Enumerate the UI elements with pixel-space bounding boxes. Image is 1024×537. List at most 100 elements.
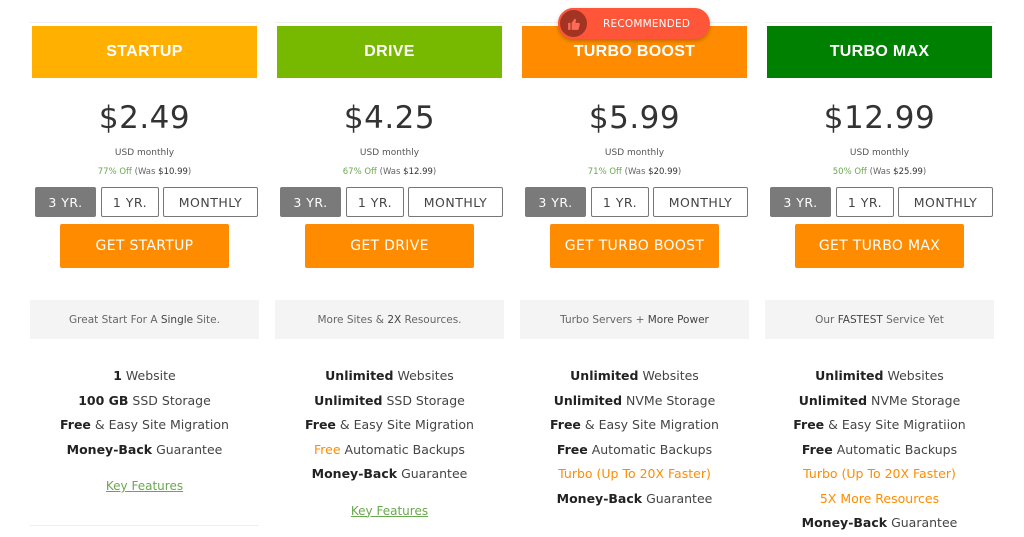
term-selector: 3 YR. 1 YR. MONTHLY	[280, 187, 503, 217]
feature-item: 5X More Resources	[765, 489, 994, 514]
term-selector: 3 YR. 1 YR. MONTHLY	[525, 187, 748, 217]
recommended-badge: RECOMMENDED	[558, 8, 710, 39]
feature-item: Turbo (Up To 20X Faster)	[765, 464, 994, 489]
feature-text: SSD Storage	[128, 392, 211, 408]
plan-name: TURBO MAX	[767, 26, 992, 78]
get-turbo-boost-button[interactable]: GET TURBO BOOST	[550, 224, 719, 268]
term-monthly-button[interactable]: MONTHLY	[653, 187, 748, 217]
tagline-text: Site.	[193, 313, 220, 326]
feature-text: & Easy Site Migratiion	[824, 417, 966, 432]
feature-text: Websites	[393, 368, 454, 383]
feature-item: Free & Easy Site Migration	[520, 415, 749, 440]
feature-text: Automatic Backups	[340, 441, 465, 457]
feature-item: Turbo (Up To 20X Faster)	[520, 464, 749, 489]
was-label: (Was	[379, 167, 401, 177]
feature-text: Guarantee	[887, 515, 958, 530]
feature-item: 1 Website	[30, 366, 259, 391]
term-1yr-button[interactable]: 1 YR.	[346, 187, 404, 217]
feature-list: Unlimited Websites Unlimited NVMe Storage…	[520, 366, 749, 513]
plan-name: DRIVE	[277, 26, 502, 78]
price-period: USD monthly	[114, 148, 175, 158]
feature-list: Unlimited Websites Unlimited SSD Storage F…	[275, 366, 504, 521]
tagline-emphasis: FASTEST	[837, 313, 883, 326]
feature-highlight: Money-Back	[556, 490, 643, 506]
feature-item: Free & Easy Site Migratiion	[765, 415, 994, 440]
discount-info: 67% Off (Was $12.99)	[275, 167, 504, 177]
feature-item: Money-Back Guarantee	[275, 464, 504, 489]
term-3yr-button[interactable]: 3 YR.	[770, 187, 831, 217]
plan-price: $12.99	[823, 100, 936, 136]
feature-text: NVMe Storage	[622, 392, 716, 408]
term-monthly-button[interactable]: MONTHLY	[898, 187, 993, 217]
feature-highlight: 100 GB	[78, 392, 129, 408]
feature-text: NVMe Storage	[867, 392, 961, 408]
discount-info: 71% Off (Was $20.99)	[520, 167, 749, 177]
term-3yr-button[interactable]: 3 YR.	[280, 187, 341, 217]
feature-item: Free Automatic Backups	[765, 440, 994, 465]
term-1yr-button[interactable]: 1 YR.	[836, 187, 894, 217]
term-monthly-button[interactable]: MONTHLY	[163, 187, 258, 217]
feature-highlight: Unlimited	[570, 368, 639, 383]
feature-item: Unlimited Websites	[765, 366, 994, 391]
feature-item: Money-Back Guarantee	[520, 489, 749, 514]
divider	[30, 22, 259, 23]
was-suffix: )	[432, 167, 437, 177]
price-period: USD monthly	[604, 148, 665, 158]
plan-tagline: More Sites & 2X Resources.	[275, 300, 504, 339]
feature-highlight: Free	[550, 417, 581, 432]
feature-item: 100 GB SSD Storage	[30, 391, 259, 416]
tagline-emphasis: 2X	[387, 313, 402, 326]
tagline-text: Turbo Servers +	[560, 313, 648, 326]
feature-item: Free & Easy Site Migration	[275, 415, 504, 440]
feature-highlight: Free	[793, 417, 825, 432]
discount-percent: 77% Off	[97, 167, 132, 177]
plan-price: $4.25	[343, 100, 436, 136]
plan-card-drive: DRIVE $4.25 USD monthly 67% Off (Was $12…	[275, 22, 504, 537]
term-selector: 3 YR. 1 YR. MONTHLY	[770, 187, 993, 217]
term-1yr-button[interactable]: 1 YR.	[591, 187, 649, 217]
get-startup-button[interactable]: GET STARTUP	[60, 224, 229, 268]
feature-highlight: Free	[60, 417, 91, 432]
term-1yr-button[interactable]: 1 YR.	[101, 187, 159, 217]
plan-card-turbo-boost: TURBO BOOST $5.99 USD monthly 71% Off (W…	[520, 22, 749, 537]
feature-highlight: Free	[305, 417, 336, 432]
was-price: $10.99	[158, 167, 188, 177]
feature-text: Automatic Backups	[587, 441, 713, 457]
term-monthly-button[interactable]: MONTHLY	[408, 187, 503, 217]
get-drive-button[interactable]: GET DRIVE	[305, 224, 474, 268]
key-features-link[interactable]: Key Features	[275, 501, 504, 521]
feature-highlight: 1	[113, 368, 122, 383]
discount-info: 77% Off (Was $10.99)	[30, 167, 259, 177]
feature-text: 5X More Resources	[819, 490, 940, 506]
feature-highlight: Unlimited	[314, 392, 383, 408]
feature-text: Website	[121, 368, 176, 383]
term-3yr-button[interactable]: 3 YR.	[525, 187, 586, 217]
feature-highlight: Unlimited	[325, 368, 394, 383]
was-label: (Was	[624, 167, 646, 177]
term-3yr-button[interactable]: 3 YR.	[35, 187, 96, 217]
get-turbo-max-button[interactable]: GET TURBO MAX	[795, 224, 964, 268]
feature-item: Free Automatic Backups	[520, 440, 749, 465]
key-features-link[interactable]: Key Features	[30, 476, 259, 496]
feature-item: Money-Back Guarantee	[30, 440, 259, 465]
feature-item: Unlimited NVMe Storage	[765, 391, 994, 416]
feature-text: Automatic Backups	[832, 441, 958, 457]
feature-text: & Easy Site Migration	[580, 417, 719, 432]
plan-card-startup: STARTUP $2.49 USD monthly 77% Off (Was $…	[30, 22, 259, 537]
feature-text: SSD Storage	[382, 392, 465, 408]
plan-card-turbo-max: TURBO MAX $12.99 USD monthly 50% Off (Wa…	[765, 22, 994, 537]
feature-text: Guarantee	[397, 466, 468, 481]
feature-item: Unlimited NVMe Storage	[520, 391, 749, 416]
was-suffix: )	[677, 167, 682, 177]
feature-highlight: Money-Back	[66, 441, 153, 457]
was-suffix: )	[922, 167, 927, 177]
feature-text: & Easy Site Migration	[335, 417, 474, 432]
thumbs-up-icon	[558, 8, 589, 39]
recommended-label: RECOMMENDED	[603, 17, 691, 30]
feature-highlight: Money-Back	[801, 515, 888, 530]
feature-text: & Easy Site Migration	[90, 417, 229, 432]
was-label: (Was	[869, 167, 891, 177]
feature-text: Turbo (Up To 20X Faster)	[558, 466, 711, 481]
plan-price: $2.49	[98, 100, 191, 136]
tagline-text: More Sites &	[317, 313, 388, 326]
